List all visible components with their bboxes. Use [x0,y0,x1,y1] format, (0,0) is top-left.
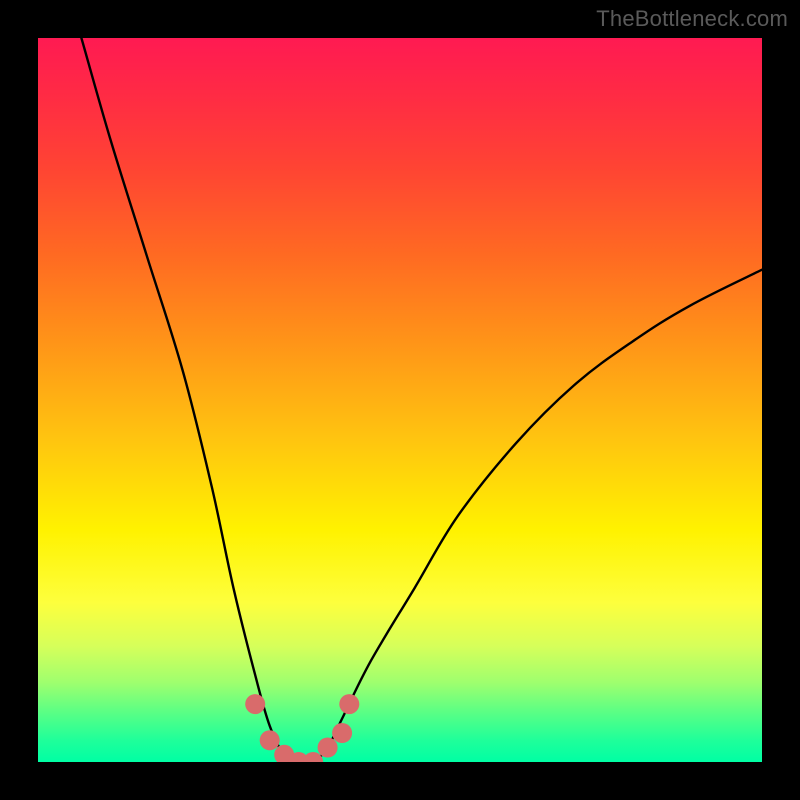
curve-overlay [38,38,762,762]
valley-marker [260,730,280,750]
plot-area [38,38,762,762]
valley-marker [339,694,359,714]
valley-marker [332,723,352,743]
chart-frame: TheBottleneck.com [0,0,800,800]
valley-markers [245,694,359,762]
watermark-label: TheBottleneck.com [596,6,788,32]
bottleneck-curve [81,38,762,762]
valley-marker [318,738,338,758]
valley-marker [245,694,265,714]
